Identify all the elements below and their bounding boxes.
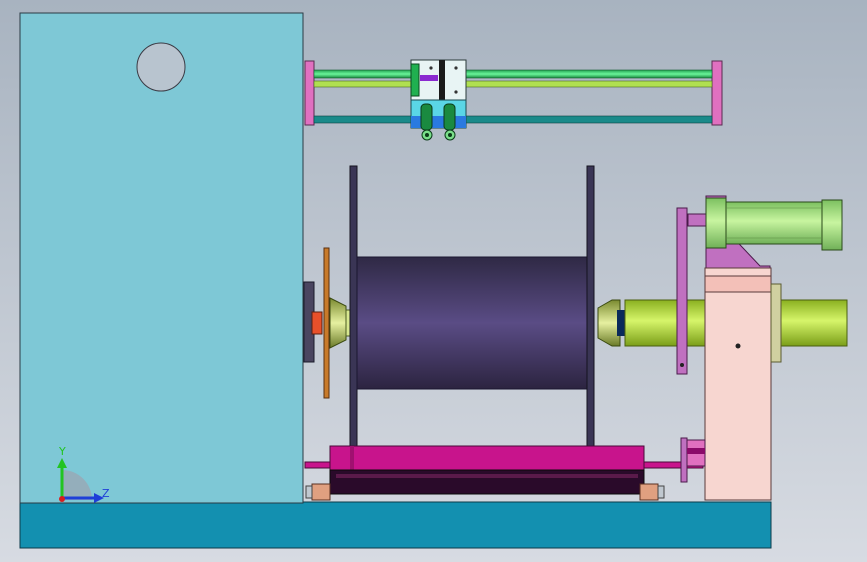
- carriage-bottom: [329, 469, 645, 495]
- slider-clamp-left: [410, 63, 420, 97]
- slider-slot: [439, 60, 445, 100]
- right-cone: [597, 299, 621, 347]
- drum-body: [356, 256, 589, 390]
- upper-rail: [313, 69, 713, 79]
- slider-roller-left: [420, 103, 433, 131]
- cad-viewport[interactable]: Y Z: [0, 0, 867, 562]
- slider-roller-right: [443, 103, 456, 131]
- rail-end-right: [711, 60, 723, 126]
- y-axis-label: Y: [58, 445, 66, 458]
- upper-rail-2: [313, 80, 713, 88]
- rod-end-block: [680, 437, 688, 483]
- pillow-block: [704, 267, 772, 501]
- right-flange: [586, 165, 595, 467]
- left-flange: [349, 165, 358, 467]
- z-axis-label: Z: [102, 487, 110, 500]
- brake-disc: [323, 247, 330, 399]
- machine-side-view: Y Z: [0, 0, 867, 562]
- housing-hole: [136, 42, 186, 92]
- rail-end-left: [304, 60, 315, 126]
- carriage-top: [329, 445, 645, 471]
- lower-rail: [313, 115, 713, 124]
- left-cone: [329, 297, 347, 349]
- x-axis-dot: [59, 496, 65, 502]
- pad-left: [311, 483, 331, 501]
- pad-right: [639, 483, 659, 501]
- base-plate: [19, 501, 772, 549]
- tension-arm: [676, 207, 688, 375]
